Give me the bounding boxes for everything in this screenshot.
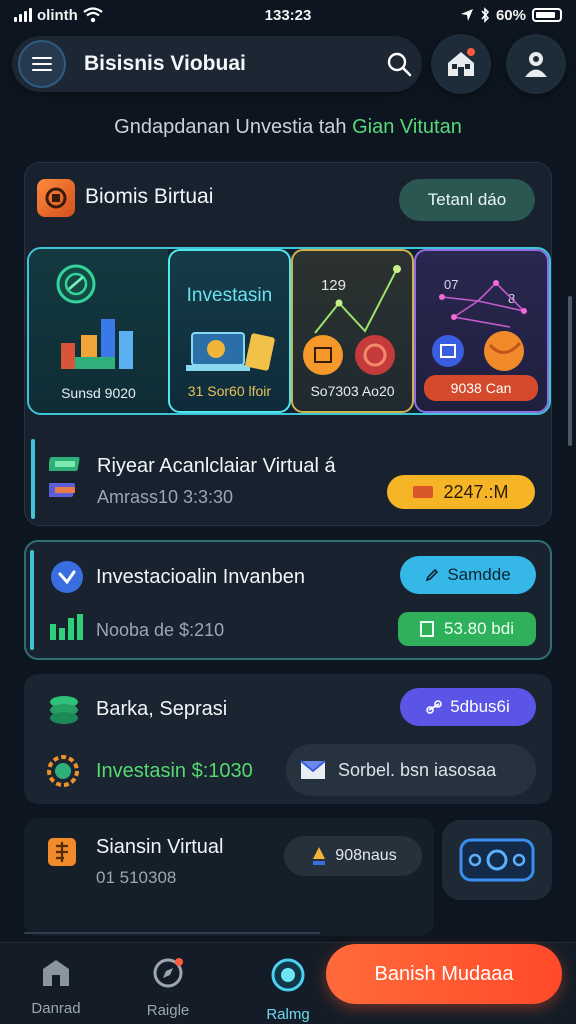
tile-caption: Sunsd 9020 <box>61 385 136 401</box>
card4-title: Siansin Virtual <box>96 836 224 858</box>
scrollbar[interactable] <box>568 296 572 446</box>
tile-caption: 31 Sor60 lfoir <box>187 383 272 399</box>
card3-action-button[interactable]: 5dbus6i <box>400 688 536 726</box>
tile-growth[interactable]: 129 So7303 Ao20 <box>290 249 415 413</box>
app-header: Bisisnis Viobuai <box>12 36 422 92</box>
target-icon <box>56 264 96 304</box>
city-bars-icon <box>61 319 133 369</box>
tile-heading: Investasin <box>186 285 273 306</box>
growth-chart-icon <box>302 265 401 375</box>
lamp-icon <box>313 847 326 865</box>
app-title: Bisisnis Viobuai <box>84 52 246 75</box>
subtitle-highlight: Gian Vitutan <box>352 116 462 138</box>
status-bar: olinth 133:23 60% <box>0 0 576 30</box>
cash-icon <box>420 621 435 637</box>
card3-title: Barka, Seprasi <box>96 698 228 720</box>
gear-coin-icon <box>47 755 79 787</box>
nav-label: Danrad <box>31 1000 81 1017</box>
banknote-icon <box>459 838 535 882</box>
row-value-badge[interactable]: 2247.:M <box>387 475 535 509</box>
card4-badge-label: 908naus <box>335 847 397 864</box>
document-icon <box>48 838 76 866</box>
notification-dot <box>467 48 475 56</box>
page-subtitle: Gndapdanan Unvestia tah Gian Vitutan <box>0 116 576 139</box>
wifi-icon <box>83 7 103 23</box>
card2-subtitle: Nooba de $:210 <box>96 620 225 640</box>
hamburger-icon <box>32 57 52 71</box>
nav-item-raigle[interactable]: Raigle <box>118 957 218 1019</box>
partnership-card[interactable]: Barka, Seprasi Investasin $:1030 5dbus6i… <box>24 674 552 804</box>
battery-percent: 60% <box>495 6 526 24</box>
card3-info-text: Sorbel. bsn iasosaa <box>338 759 497 780</box>
card-action-button[interactable]: Tetanl dáo <box>399 179 535 221</box>
home-button[interactable] <box>431 34 491 94</box>
virtual-card[interactable]: Siansin Virtual 01 510308 908naus <box>24 818 434 936</box>
shield-check-icon <box>51 561 83 593</box>
tile-badge: 9038 Can <box>424 375 539 401</box>
divider <box>24 932 320 934</box>
primary-cta-button[interactable]: Banish Mudaaa <box>326 944 562 1004</box>
card2-title: Investacioalin Invanben <box>96 566 306 588</box>
status-time: 133:23 <box>264 6 312 24</box>
tile-caption: So7303 Ao20 <box>310 383 395 399</box>
row-value: 2247.:M <box>443 481 509 502</box>
search-icon[interactable] <box>386 51 412 77</box>
cash-button[interactable] <box>442 820 552 900</box>
profile-button[interactable] <box>506 34 566 94</box>
accent-bar <box>30 550 34 650</box>
compass-icon <box>153 958 183 988</box>
business-icon <box>37 179 75 217</box>
network-icon <box>432 280 528 371</box>
battery-icon <box>532 8 562 22</box>
building-icon <box>43 960 69 986</box>
ticket-icon <box>413 486 434 498</box>
laptop-icon <box>185 332 275 371</box>
nav-item-danrad[interactable]: Danrad <box>6 957 106 1017</box>
user-icon <box>525 52 547 77</box>
card-title: Biomis Birtuai <box>85 185 214 208</box>
card4-subtitle: 01 510308 <box>96 868 177 887</box>
card4-badge[interactable]: 908naus <box>284 836 422 876</box>
card2-action-label: Samdde <box>447 565 511 584</box>
investment-card[interactable]: Investacioalin Invanben Nooba de $:210 S… <box>24 540 552 660</box>
tile-sales[interactable]: Sunsd 9020 <box>29 249 168 413</box>
carrier-label: olinth <box>37 6 78 24</box>
link-icon <box>426 700 443 714</box>
money-stack-icon <box>49 457 80 497</box>
virtual-business-card: Biomis Birtuai Tetanl dáo Sunsd 9020 Inv… <box>24 162 552 526</box>
nav-item-ralmg[interactable]: Ralmg <box>238 957 338 1023</box>
edit-icon <box>426 568 439 582</box>
menu-button[interactable] <box>18 40 66 88</box>
card3-action-label: 5dbus6i <box>450 697 510 716</box>
card3-info-box[interactable]: Sorbel. bsn iasosaa <box>286 744 536 796</box>
investment-tiles: Sunsd 9020 Investasin 31 Sor60 lfoir 129… <box>27 247 551 415</box>
rating-icon <box>271 958 305 992</box>
tile-network[interactable]: 07 8 9038 Can <box>414 249 549 413</box>
card3-invest-amount: Investasin $:1030 <box>96 760 253 782</box>
card2-value-badge: 53.80 bdi <box>398 612 536 646</box>
location-arrow-icon <box>460 9 473 21</box>
tile-investasin[interactable]: Investasin 31 Sor60 lfoir <box>167 249 291 413</box>
nav-label: Raigle <box>146 1002 190 1019</box>
mail-icon <box>300 760 326 779</box>
nav-label: Ralmg <box>266 1006 310 1023</box>
bar-chart-icon <box>50 614 83 640</box>
card2-action-button[interactable]: Samdde <box>400 556 536 594</box>
row-title: Riyear Acanlclaiar Virtual á <box>97 455 336 477</box>
card2-value: 53.80 bdi <box>444 619 514 638</box>
accent-bar <box>31 439 35 519</box>
row-subtitle: Amrass10 3:3:30 <box>97 487 234 507</box>
signal-icon <box>14 8 32 22</box>
bluetooth-icon <box>481 7 490 23</box>
subtitle-text: Gndapdanan Unvestia tah <box>114 116 353 138</box>
coin-stack-icon <box>50 696 78 724</box>
